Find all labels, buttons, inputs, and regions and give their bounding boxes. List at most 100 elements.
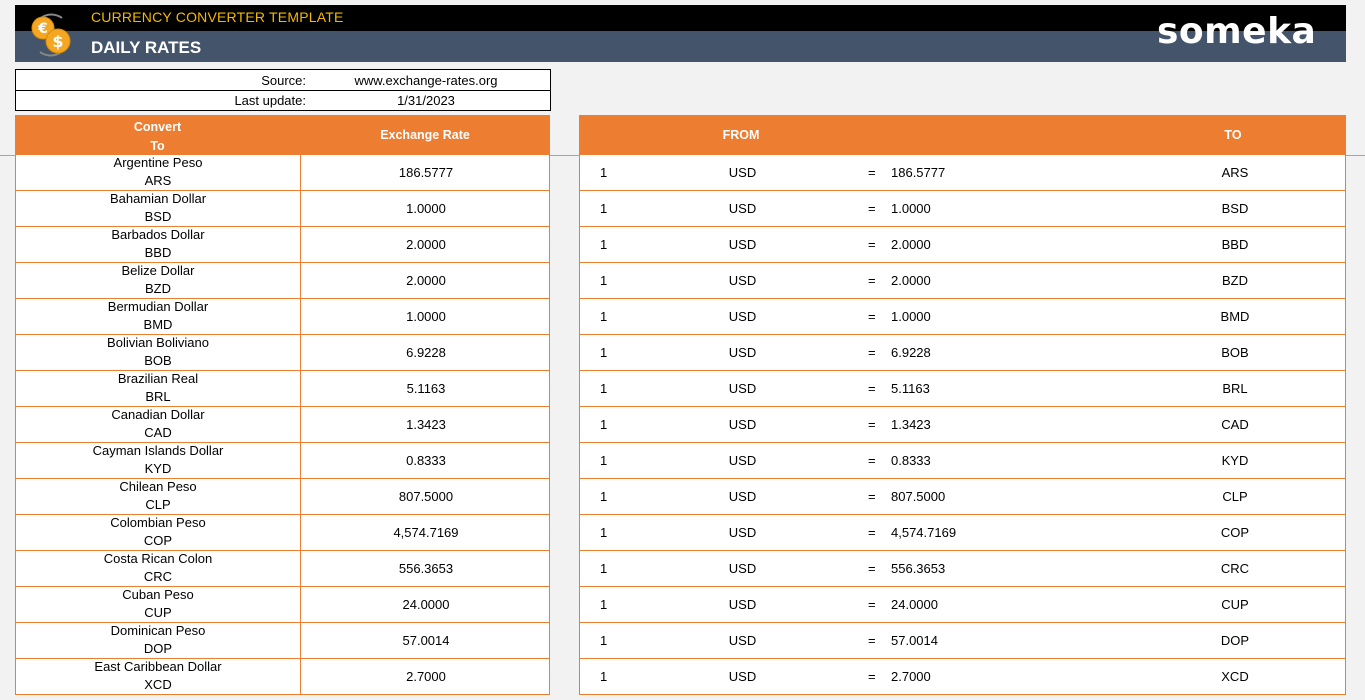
source-value[interactable]: www.exchange-rates.org [306, 73, 546, 88]
amount-cell[interactable]: 1 [600, 489, 607, 504]
from-currency-cell[interactable]: USD [720, 597, 765, 612]
to-currency-cell[interactable]: BBD [1210, 237, 1260, 252]
currency-name-cell[interactable]: East Caribbean Dollar XCD [16, 659, 301, 694]
currency-name: Colombian Peso [110, 515, 206, 530]
currency-name-cell[interactable]: Dominican Peso DOP [16, 623, 301, 658]
exchange-rate-cell[interactable]: 2.0000 [301, 237, 551, 252]
exchange-rate-cell[interactable]: 807.5000 [301, 489, 551, 504]
amount-cell[interactable]: 1 [600, 561, 607, 576]
column-header-convert-to: Convert To [15, 118, 300, 156]
amount-cell[interactable]: 1 [600, 345, 607, 360]
table-row: 1 USD = 2.7000 XCD [579, 659, 1346, 695]
exchange-rate-cell[interactable]: 6.9228 [301, 345, 551, 360]
equals-sign: = [868, 669, 876, 684]
from-currency-cell[interactable]: USD [720, 633, 765, 648]
to-currency-cell[interactable]: BRL [1210, 381, 1260, 396]
exchange-rate-cell[interactable]: 1.3423 [301, 417, 551, 432]
amount-cell[interactable]: 1 [600, 201, 607, 216]
currency-name-cell[interactable]: Barbados Dollar BBD [16, 227, 301, 262]
exchange-rate-cell[interactable]: 1.0000 [301, 309, 551, 324]
to-currency-cell[interactable]: BMD [1210, 309, 1260, 324]
column-header-exchange-rate: Exchange Rate [380, 128, 470, 142]
currency-name-cell[interactable]: Argentine Peso ARS [16, 155, 301, 190]
to-currency-cell[interactable]: ARS [1210, 165, 1260, 180]
currency-name-cell[interactable]: Colombian Peso COP [16, 515, 301, 550]
from-currency-cell[interactable]: USD [720, 381, 765, 396]
to-currency-cell[interactable]: BZD [1210, 273, 1260, 288]
amount-cell[interactable]: 1 [600, 309, 607, 324]
currency-exchange-icon: € $ [31, 13, 71, 57]
currency-name-cell[interactable]: Chilean Peso CLP [16, 479, 301, 514]
from-currency-cell[interactable]: USD [720, 489, 765, 504]
currency-name-cell[interactable]: Cuban Peso CUP [16, 587, 301, 622]
exchange-rate-cell[interactable]: 24.0000 [301, 597, 551, 612]
to-currency-cell[interactable]: COP [1210, 525, 1260, 540]
exchange-rate-cell[interactable]: 4,574.7169 [301, 525, 551, 540]
converted-value-cell: 0.8333 [891, 453, 931, 468]
from-currency-cell[interactable]: USD [720, 561, 765, 576]
amount-cell[interactable]: 1 [600, 597, 607, 612]
to-currency-cell[interactable]: DOP [1210, 633, 1260, 648]
from-currency-cell[interactable]: USD [720, 273, 765, 288]
amount-cell[interactable]: 1 [600, 669, 607, 684]
currency-code: BZD [145, 281, 171, 296]
currency-name: Canadian Dollar [111, 407, 205, 422]
currency-code: ARS [144, 173, 172, 188]
amount-cell[interactable]: 1 [600, 273, 607, 288]
currency-name-cell[interactable]: Canadian Dollar CAD [16, 407, 301, 442]
amount-cell[interactable]: 1 [600, 633, 607, 648]
column-header-to-line: To [150, 139, 165, 153]
to-currency-cell[interactable]: KYD [1210, 453, 1260, 468]
to-currency-cell[interactable]: BSD [1210, 201, 1260, 216]
amount-cell[interactable]: 1 [600, 237, 607, 252]
currency-code: KYD [144, 461, 172, 476]
brand-logo[interactable]: someka [1157, 11, 1316, 52]
currency-code: BMD [143, 317, 173, 332]
exchange-rate-cell[interactable]: 2.0000 [301, 273, 551, 288]
equals-sign: = [868, 309, 876, 324]
converted-value-cell: 556.3653 [891, 561, 946, 576]
currency-name-cell[interactable]: Belize Dollar BZD [16, 263, 301, 298]
exchange-rate-cell[interactable]: 556.3653 [301, 561, 551, 576]
to-currency-cell[interactable]: CLP [1210, 489, 1260, 504]
amount-cell[interactable]: 1 [600, 165, 607, 180]
from-currency-cell[interactable]: USD [720, 669, 765, 684]
currency-name-cell[interactable]: Bermudian Dollar BMD [16, 299, 301, 334]
table-row: Canadian Dollar CAD 1.3423 [15, 407, 550, 443]
last-update-value[interactable]: 1/31/2023 [306, 93, 546, 108]
to-currency-cell[interactable]: XCD [1210, 669, 1260, 684]
exchange-rate-cell[interactable]: 0.8333 [301, 453, 551, 468]
exchange-rate-cell[interactable]: 2.7000 [301, 669, 551, 684]
from-currency-cell[interactable]: USD [720, 309, 765, 324]
currency-name-cell[interactable]: Brazilian Real BRL [16, 371, 301, 406]
currency-name-cell[interactable]: Bahamian Dollar BSD [16, 191, 301, 226]
from-currency-cell[interactable]: USD [720, 237, 765, 252]
amount-cell[interactable]: 1 [600, 417, 607, 432]
to-currency-cell[interactable]: CAD [1210, 417, 1260, 432]
currency-code: BBD [144, 245, 172, 260]
from-currency-cell[interactable]: USD [720, 345, 765, 360]
to-currency-cell[interactable]: CUP [1210, 597, 1260, 612]
exchange-rate-cell[interactable]: 1.0000 [301, 201, 551, 216]
from-currency-cell[interactable]: USD [720, 201, 765, 216]
table-row: Cayman Islands Dollar KYD 0.8333 [15, 443, 550, 479]
exchange-rate-cell[interactable]: 186.5777 [301, 165, 551, 180]
currency-name-cell[interactable]: Costa Rican Colon CRC [16, 551, 301, 586]
currency-name-cell[interactable]: Bolivian Boliviano BOB [16, 335, 301, 370]
exchange-rate-cell[interactable]: 5.1163 [301, 381, 551, 396]
exchange-rate-cell[interactable]: 57.0014 [301, 633, 551, 648]
currency-name-cell[interactable]: Cayman Islands Dollar KYD [16, 443, 301, 478]
from-currency-cell[interactable]: USD [720, 525, 765, 540]
converted-value-cell: 24.0000 [891, 597, 938, 612]
from-currency-cell[interactable]: USD [720, 417, 765, 432]
from-currency-cell[interactable]: USD [720, 453, 765, 468]
table-row: 1 USD = 5.1163 BRL [579, 371, 1346, 407]
to-currency-cell[interactable]: BOB [1210, 345, 1260, 360]
amount-cell[interactable]: 1 [600, 525, 607, 540]
amount-cell[interactable]: 1 [600, 453, 607, 468]
from-currency-cell[interactable]: USD [720, 165, 765, 180]
to-currency-cell[interactable]: CRC [1210, 561, 1260, 576]
amount-cell[interactable]: 1 [600, 381, 607, 396]
table-row: Bahamian Dollar BSD 1.0000 [15, 191, 550, 227]
last-update-label: Last update: [234, 93, 306, 108]
